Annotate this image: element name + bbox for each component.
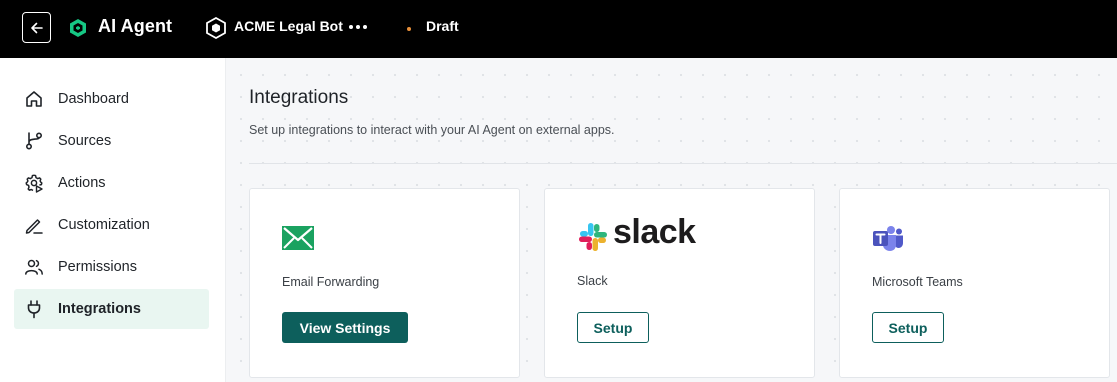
email-icon <box>282 226 314 250</box>
integration-card-slack: slack Slack Setup <box>544 188 815 378</box>
page-title: Integrations <box>249 87 349 108</box>
users-icon <box>25 259 43 275</box>
integration-card-email: Email Forwarding View Settings <box>249 188 520 378</box>
gear-play-icon <box>25 174 43 193</box>
teams-setup-button[interactable]: Setup <box>872 312 944 343</box>
view-settings-button[interactable]: View Settings <box>282 312 408 343</box>
sidebar: Dashboard Sources Actions Customization <box>0 58 226 382</box>
sidebar-item-integrations[interactable]: Integrations <box>14 289 209 329</box>
hexagon-bot-icon <box>206 17 226 39</box>
integration-name: Microsoft Teams <box>872 275 963 289</box>
status-dot <box>407 27 411 31</box>
slack-logo-icon <box>579 223 607 251</box>
status-badge: Draft <box>426 18 459 34</box>
sidebar-item-label: Integrations <box>58 301 141 317</box>
teams-icon <box>873 226 903 251</box>
sidebar-item-label: Permissions <box>58 259 137 275</box>
sidebar-item-customization[interactable]: Customization <box>14 205 209 245</box>
slack-wordmark: slack <box>613 213 696 251</box>
page-subtitle: Set up integrations to interact with you… <box>249 123 615 137</box>
home-icon <box>26 91 42 107</box>
hexagon-logo-icon <box>70 19 86 37</box>
integration-name: Email Forwarding <box>282 275 380 289</box>
divider <box>249 163 1117 164</box>
app-title: AI Agent <box>98 16 173 36</box>
sidebar-item-dashboard[interactable]: Dashboard <box>14 79 209 119</box>
arrow-left-icon <box>30 22 43 33</box>
sidebar-item-permissions[interactable]: Permissions <box>14 247 209 287</box>
pen-icon <box>25 219 43 234</box>
back-button[interactable] <box>22 12 51 43</box>
branch-icon <box>25 132 43 150</box>
integration-card-teams: Microsoft Teams Setup <box>839 188 1110 378</box>
sidebar-item-label: Dashboard <box>58 91 129 107</box>
more-horizontal-icon[interactable] <box>349 20 369 34</box>
main-content: Integrations Set up integrations to inte… <box>226 58 1117 382</box>
sidebar-item-sources[interactable]: Sources <box>14 121 209 161</box>
bot-name[interactable]: ACME Legal Bot <box>234 18 343 34</box>
sidebar-item-label: Sources <box>58 133 112 149</box>
plug-icon <box>27 300 41 319</box>
integration-name: Slack <box>577 274 608 288</box>
slack-setup-button[interactable]: Setup <box>577 312 649 343</box>
sidebar-item-label: Actions <box>58 175 106 191</box>
sidebar-item-label: Customization <box>58 217 150 233</box>
top-bar: AI Agent ACME Legal Bot Draft <box>0 0 1117 58</box>
sidebar-item-actions[interactable]: Actions <box>14 163 209 203</box>
